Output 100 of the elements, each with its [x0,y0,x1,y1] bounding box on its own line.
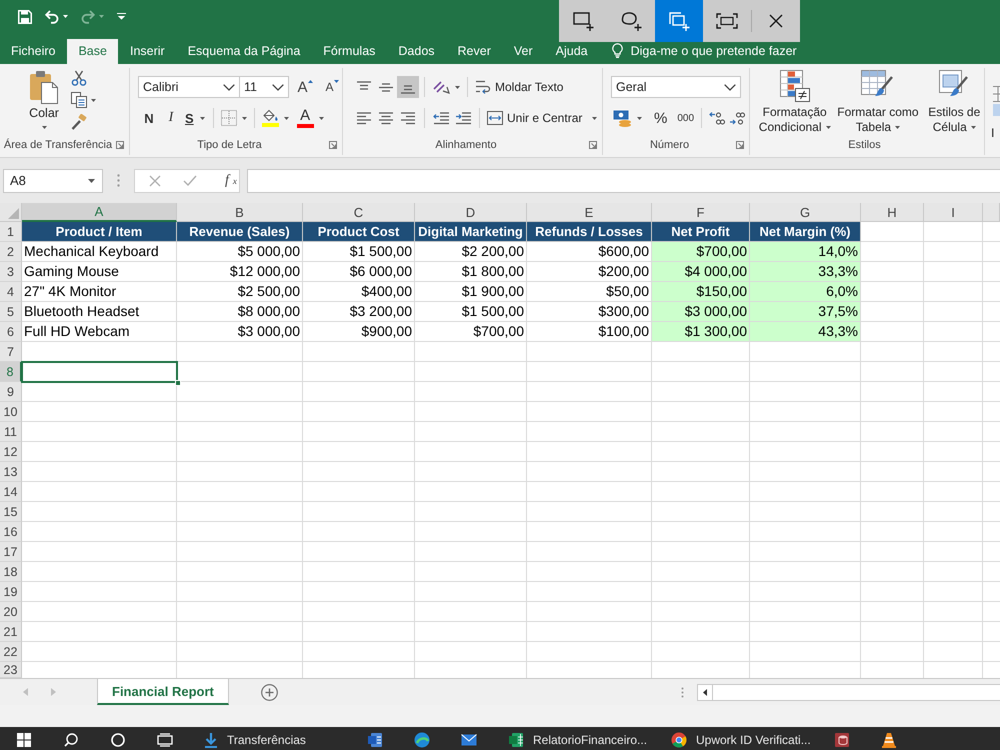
fill-color-button[interactable] [260,107,291,129]
row-header[interactable]: 1 [0,222,22,242]
row-header[interactable]: 12 [0,442,22,462]
conditional-formatting-button[interactable]: Formatação Condicional [758,70,832,135]
vertical-dots-icon[interactable] [681,686,684,698]
wrap-text-button[interactable]: Moldar Texto [473,76,566,98]
window-snip-button[interactable] [655,0,703,42]
row-header[interactable]: 21 [0,622,22,642]
row-header[interactable]: 10 [0,402,22,422]
undo-button[interactable] [45,10,68,24]
table-cell: Gaming Mouse [22,262,177,282]
font-name-combobox[interactable]: Calibri [138,76,240,98]
copy-icon [71,92,87,108]
cut-off-ribbon-button[interactable]: I [985,70,1000,155]
format-painter-button[interactable] [71,114,87,130]
ribbon-tab[interactable]: Ver [502,39,544,64]
row-header[interactable]: 19 [0,582,22,602]
dialog-launcher-icon[interactable] [589,140,597,148]
dialog-launcher-icon[interactable] [736,140,744,148]
tell-me-field[interactable]: Diga-me o que pretende fazer [630,41,806,61]
spreadsheet-tile-icon [508,732,524,748]
row-header[interactable]: 20 [0,602,22,622]
ribbon-tab[interactable]: Base [67,39,118,64]
grow-font-button[interactable]: A [294,76,316,98]
customize-icon [117,13,126,20]
banknote-coins-icon [613,110,632,126]
ribbon-tab[interactable]: Ficheiro [0,39,66,64]
align-right-icon [400,112,416,124]
column-header[interactable]: G [750,203,861,222]
down-triangle-icon [334,80,338,83]
underline-button[interactable]: S [182,107,208,129]
plus-circle-icon [260,684,278,700]
row-header[interactable]: 2 [0,242,22,262]
row-header[interactable]: 18 [0,562,22,582]
cell-styles-button[interactable]: Estilos de Célula [924,70,984,135]
column-heading: Refunds / Losses [527,222,652,242]
dialog-launcher-icon[interactable] [329,140,337,148]
ribbon-tab[interactable]: Esquema da Página [176,39,312,64]
paste-button[interactable]: Colar [20,70,68,132]
vertical-dots-icon[interactable] [117,174,120,187]
decimal-right-arrow-icon [729,110,746,126]
name-box[interactable]: A8 [3,168,103,192]
font-size-combobox[interactable]: 11 [239,76,289,98]
row-header[interactable]: 8 [0,362,22,382]
ribbon-tab[interactable]: Inserir [118,39,176,64]
italic-button[interactable]: I [160,107,182,129]
column-header[interactable]: E [527,203,652,222]
ribbon-tab[interactable]: Dados [387,39,446,64]
row-header[interactable]: 22 [0,642,22,662]
save-button[interactable] [18,10,32,24]
cut-button[interactable] [71,70,87,86]
row-header[interactable]: 14 [0,482,22,502]
sheet-tab[interactable]: Financial Report [97,679,229,705]
formula-field[interactable] [247,168,1000,192]
row-header[interactable]: 16 [0,522,22,542]
column-header[interactable]: I [924,203,983,222]
row-header[interactable]: 6 [0,322,22,342]
horizontal-scrollbar[interactable] [697,684,1000,701]
row-header[interactable]: 4 [0,282,22,302]
row-header[interactable]: 15 [0,502,22,522]
column-header[interactable]: F [652,203,750,222]
paint-bucket-icon [262,109,279,122]
table-cell: $1 500,00 [303,242,415,262]
ribbon-tab[interactable]: Fórmulas [312,39,386,64]
ribbon-tab[interactable]: Ajuda [544,39,599,64]
dialog-launcher-icon[interactable] [116,140,124,148]
row-header[interactable]: 13 [0,462,22,482]
column-header[interactable]: C [303,203,415,222]
taskbar-button[interactable]: Upwork ID Verificati... [655,731,818,748]
row-header[interactable]: 3 [0,262,22,282]
shrink-font-button[interactable]: A [321,76,343,98]
merge-center-button[interactable]: Unir e Centrar [485,107,600,129]
rectangle-plus-icon [572,12,594,30]
column-header[interactable]: H [861,203,924,222]
row-header[interactable]: 17 [0,542,22,562]
row-header[interactable]: 23 [0,662,22,678]
align-bottom-button[interactable] [397,76,419,98]
copy-button[interactable] [71,92,96,108]
lightbulb-icon [612,43,623,58]
number-format-combobox[interactable]: Geral [611,76,741,98]
customize-toolbar-button[interactable] [117,13,126,20]
column-header[interactable]: B [177,203,303,222]
row-header[interactable]: 5 [0,302,22,322]
column-header[interactable]: D [415,203,527,222]
fill-handle[interactable] [175,380,181,386]
taskbar-button[interactable]: RelatorioFinanceiro... [492,731,655,748]
font-color-button[interactable]: A [294,107,326,129]
caret-icon [200,116,205,120]
row-header[interactable]: 7 [0,342,22,362]
thousands-separator-button[interactable]: 000 [675,107,696,129]
row-header[interactable]: 9 [0,382,22,402]
format-as-table-button[interactable]: Formatar como Tabela [834,70,922,135]
row-header[interactable]: 11 [0,422,22,442]
bold-button[interactable]: N [138,107,160,129]
column-header[interactable]: A [22,203,177,222]
taskbar-button[interactable]: Transferências [188,731,351,748]
tricolor-ring-icon [671,732,687,748]
borders-button[interactable] [218,107,249,129]
percent-button[interactable]: % [652,107,670,129]
ribbon-tab[interactable]: Rever [446,39,502,64]
